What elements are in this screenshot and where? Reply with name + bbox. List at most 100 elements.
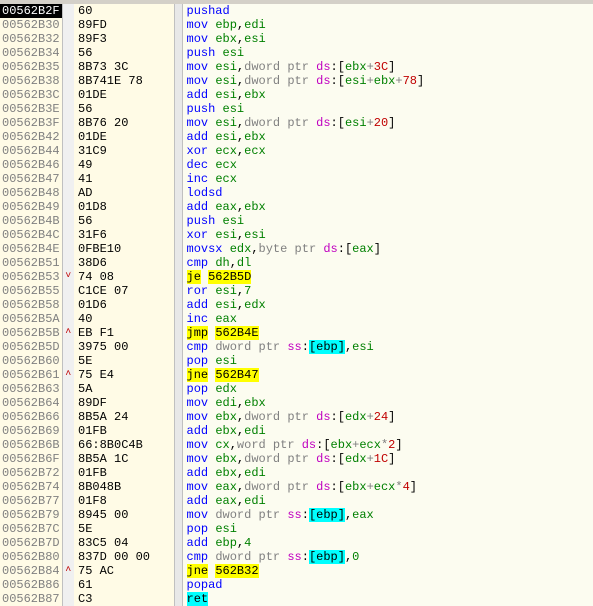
bytes-cell[interactable]: 01FB [74, 466, 174, 480]
address-cell[interactable]: 00562B86 [0, 578, 62, 592]
address-cell[interactable]: 00562B4B [0, 214, 62, 228]
disassembly-cell[interactable]: mov eax,dword ptr ds:[ebx+ecx*4] [182, 480, 593, 494]
disassembly-cell[interactable]: movsx edx,byte ptr ds:[eax] [182, 242, 593, 256]
disassembly-cell[interactable]: mov esi,dword ptr ds:[esi+ebx+78] [182, 74, 593, 88]
address-cell[interactable]: 00562B3C [0, 88, 62, 102]
disassembly-cell[interactable]: je 562B5D [182, 270, 593, 284]
disassembly-cell[interactable]: mov ebx,dword ptr ds:[edx+24] [182, 410, 593, 424]
disasm-row[interactable]: 00562B4901D8add eax,ebx [0, 200, 593, 214]
disassembly-cell[interactable]: add ebx,edi [182, 424, 593, 438]
disassembly-cell[interactable]: mov esi,dword ptr ds:[ebx+3C] [182, 60, 593, 74]
address-cell[interactable]: 00562B4C [0, 228, 62, 242]
disasm-row[interactable]: 00562B3289F3mov ebx,esi [0, 32, 593, 46]
address-cell[interactable]: 00562B7D [0, 536, 62, 550]
bytes-cell[interactable]: 3975 00 [74, 340, 174, 354]
disassembly-cell[interactable]: jne 562B32 [182, 564, 593, 578]
disasm-row[interactable]: 00562B5D3975 00cmp dword ptr ss:[ebp],es… [0, 340, 593, 354]
disasm-row[interactable]: 00562B7C 5E pop esi [0, 522, 593, 536]
address-cell[interactable]: 00562B79 [0, 508, 62, 522]
bytes-cell[interactable]: 89DF [74, 396, 174, 410]
disasm-row[interactable]: 00562B358B73 3Cmov esi,dword ptr ds:[ebx… [0, 60, 593, 74]
address-cell[interactable]: 00562B61 [0, 368, 62, 382]
disasm-row[interactable]: 00562B7D 83C5 04 add ebp,4 [0, 536, 593, 550]
disasm-row[interactable]: 00562B55C1CE 07ror esi,7 [0, 284, 593, 298]
address-cell[interactable]: 00562B35 [0, 60, 62, 74]
bytes-cell[interactable]: 56 [74, 214, 174, 228]
address-cell[interactable]: 00562B4E [0, 242, 62, 256]
disasm-row[interactable]: 00562B6901FBadd ebx,edi [0, 424, 593, 438]
address-cell[interactable]: 00562B58 [0, 298, 62, 312]
address-cell[interactable]: 00562B7C [0, 522, 62, 536]
bytes-cell[interactable]: 74 08 [74, 270, 174, 284]
disassembly-cell[interactable]: pop esi [182, 522, 593, 536]
bytes-cell[interactable]: 38D6 [74, 256, 174, 270]
disassembly-cell[interactable]: mov dword ptr ss:[ebp],eax [182, 508, 593, 522]
disasm-row[interactable]: 00562B3089FDmov ebp,edi [0, 18, 593, 32]
disasm-row[interactable]: 00562B635Apop edx [0, 382, 593, 396]
disasm-row[interactable]: 00562B6F8B5A 1Cmov ebx,dword ptr ds:[edx… [0, 452, 593, 466]
disasm-row[interactable]: 00562B4201DEadd esi,ebx [0, 130, 593, 144]
disassembly-cell[interactable]: lodsd [182, 186, 593, 200]
disasm-row[interactable]: 00562B4431C9xor ecx,ecx [0, 144, 593, 158]
disassembly-cell[interactable]: pop esi [182, 354, 593, 368]
address-cell[interactable]: 00562B72 [0, 466, 62, 480]
address-cell[interactable]: 00562B42 [0, 130, 62, 144]
disassembly-cell[interactable]: pop edx [182, 382, 593, 396]
disassembly-cell[interactable]: cmp dword ptr ss:[ebp],esi [182, 340, 593, 354]
bytes-cell[interactable]: 01DE [74, 88, 174, 102]
disassembly-cell[interactable]: add ebp,4 [182, 536, 593, 550]
bytes-cell[interactable]: AD [74, 186, 174, 200]
disasm-row[interactable]: 00562B5A40inc eax [0, 312, 593, 326]
disasm-row[interactable]: 00562B2F60pushad [0, 4, 593, 18]
disassembly-cell[interactable]: inc eax [182, 312, 593, 326]
disasm-row[interactable]: 00562B668B5A 24mov ebx,dword ptr ds:[edx… [0, 410, 593, 424]
disassembly-cell[interactable]: mov ebx,dword ptr ds:[edx+1C] [182, 452, 593, 466]
disassembly-cell[interactable]: cmp dword ptr ss:[ebp],0 [182, 550, 593, 564]
disassembly-cell[interactable]: xor esi,esi [182, 228, 593, 242]
bytes-cell[interactable]: 01FB [74, 424, 174, 438]
disasm-row[interactable]: 00562B6489DFmov edi,ebx [0, 396, 593, 410]
bytes-cell[interactable]: 56 [74, 102, 174, 116]
disasm-row[interactable]: 00562B7201FBadd ebx,edi [0, 466, 593, 480]
bytes-cell[interactable]: 83C5 04 [74, 536, 174, 550]
disasm-row[interactable]: 00562B53˅74 08je 562B5D [0, 270, 593, 284]
bytes-cell[interactable]: EB F1 [74, 326, 174, 340]
bytes-cell[interactable]: 8945 00 [74, 508, 174, 522]
disasm-row[interactable]: 00562B748B048Bmov eax,dword ptr ds:[ebx+… [0, 480, 593, 494]
address-cell[interactable]: 00562B64 [0, 396, 62, 410]
bytes-cell[interactable]: 8B76 20 [74, 116, 174, 130]
disasm-row[interactable]: 00562B3456push esi [0, 46, 593, 60]
address-cell[interactable]: 00562B2F [0, 4, 62, 18]
address-cell[interactable]: 00562B80 [0, 550, 62, 564]
disasm-row[interactable]: 00562B5801D6add esi,edx [0, 298, 593, 312]
address-cell[interactable]: 00562B3F [0, 116, 62, 130]
disasm-row[interactable]: 00562B61˄75 E4jne 562B47 [0, 368, 593, 382]
bytes-cell[interactable]: 5E [74, 522, 174, 536]
disasm-row[interactable]: 00562B3F 8B76 20 mov esi,dword ptr ds:[esi… [0, 116, 593, 130]
disasm-row[interactable]: 00562B4649dec ecx [0, 158, 593, 172]
disasm-row[interactable]: 00562B87C3ret [0, 592, 593, 606]
address-cell[interactable]: 00562B5A [0, 312, 62, 326]
disassembly-cell[interactable]: mov cx,word ptr ds:[ebx+ecx*2] [182, 438, 593, 452]
address-cell[interactable]: 00562B34 [0, 46, 62, 60]
address-cell[interactable]: 00562B46 [0, 158, 62, 172]
address-cell[interactable]: 00562B63 [0, 382, 62, 396]
disassembly-cell[interactable]: push esi [182, 46, 593, 60]
address-cell[interactable]: 00562B55 [0, 284, 62, 298]
disassembly-cell[interactable]: mov esi,dword ptr ds:[esi+20] [182, 116, 593, 130]
disasm-row[interactable]: 00562B80837D 00 00cmp dword ptr ss:[ebp]… [0, 550, 593, 564]
bytes-cell[interactable]: 41 [74, 172, 174, 186]
address-cell[interactable]: 00562B60 [0, 354, 62, 368]
disasm-row[interactable]: 00562B48ADlodsd [0, 186, 593, 200]
bytes-cell[interactable]: 01D8 [74, 200, 174, 214]
bytes-cell[interactable]: 31C9 [74, 144, 174, 158]
disasm-row[interactable]: 00562B8661popad [0, 578, 593, 592]
address-cell[interactable]: 00562B32 [0, 32, 62, 46]
disassembly-cell[interactable]: cmp dh,dl [182, 256, 593, 270]
bytes-cell[interactable]: 60 [74, 4, 174, 18]
disasm-row[interactable]: 00562B4E0FBE10movsx edx,byte ptr ds:[eax… [0, 242, 593, 256]
address-cell[interactable]: 00562B87 [0, 592, 62, 606]
bytes-cell[interactable]: 01DE [74, 130, 174, 144]
disasm-row[interactable]: 00562B605Epop esi [0, 354, 593, 368]
disasm-row[interactable]: 00562B4B56push esi [0, 214, 593, 228]
